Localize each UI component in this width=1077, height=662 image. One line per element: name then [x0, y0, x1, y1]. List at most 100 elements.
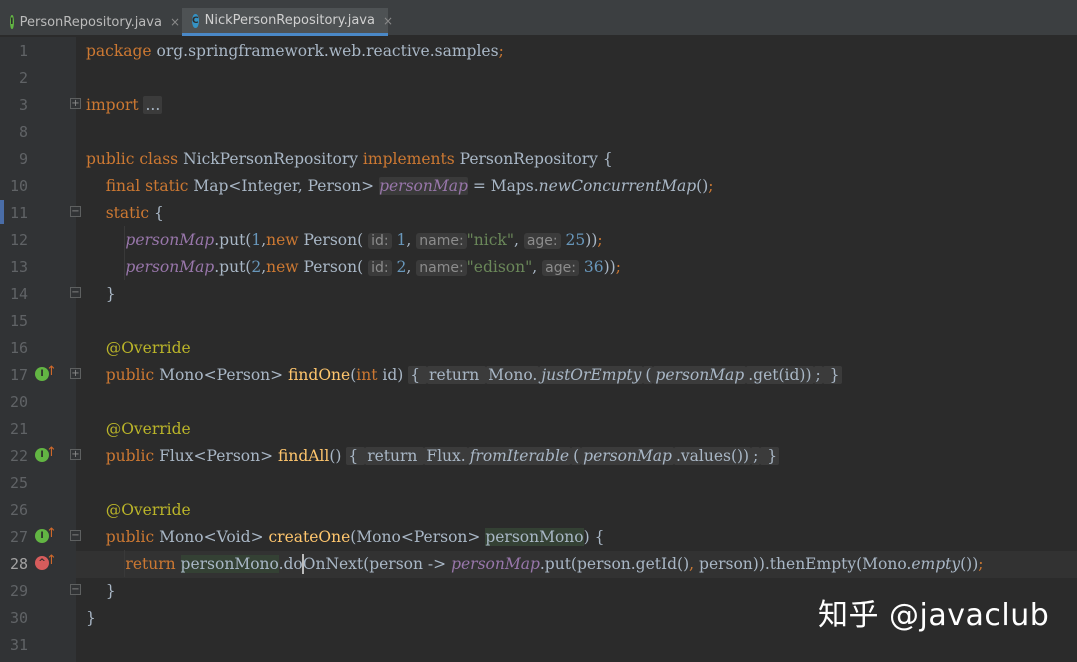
line-number: 9: [18, 150, 28, 168]
code-line[interactable]: 25: [0, 470, 1077, 497]
code-line[interactable]: 12 personMap.put(1,new Person( id: 1, na…: [0, 227, 1077, 254]
code-line[interactable]: 17 public Mono<Person> findOne (int id) {…: [0, 362, 1077, 389]
fold-expand-icon[interactable]: +: [70, 368, 81, 379]
line-number: 3: [18, 96, 28, 114]
line-number: 1: [18, 42, 28, 60]
line-number: 28: [9, 555, 28, 573]
code-line[interactable]: 11 static {: [0, 200, 1077, 227]
watermark: 知乎 @javaclub: [818, 598, 1050, 633]
code-token: 1: [396, 231, 407, 249]
code-text[interactable]: return personMono.doOnNext(person -> per…: [86, 551, 984, 578]
fold-expand-icon[interactable]: +: [70, 449, 81, 460]
close-icon[interactable]: ×: [383, 14, 393, 28]
code-line[interactable]: 22 public Flux<Person> findAll() { retur…: [0, 443, 1077, 470]
code-token: ;: [708, 177, 714, 195]
code-token: static: [105, 204, 154, 222]
code-line[interactable]: 10 final static Map<Integer, Person> per…: [0, 173, 1077, 200]
fold-collapse-icon[interactable]: −: [70, 584, 81, 595]
code-text[interactable]: @Override: [86, 416, 191, 443]
line-number: 25: [9, 474, 28, 492]
code-text[interactable]: static {: [86, 200, 164, 227]
code-token: personMap: [379, 177, 468, 195]
code-line[interactable]: 27 public Mono<Void> createOne(Mono<Pers…: [0, 524, 1077, 551]
code-line[interactable]: 20: [0, 389, 1077, 416]
fold-collapse-icon[interactable]: −: [70, 287, 81, 298]
code-text[interactable]: public class NickPersonRepository implem…: [86, 146, 613, 173]
code-text[interactable]: final static Map<Integer, Person> person…: [86, 173, 714, 200]
code-token: implements: [362, 150, 460, 168]
close-icon[interactable]: ×: [170, 15, 180, 29]
indent-guide: [124, 226, 125, 280]
code-text[interactable]: }: [86, 578, 116, 605]
code-text[interactable]: package org.springframework.web.reactive…: [86, 38, 504, 65]
code-line[interactable]: 13 personMap.put(2,new Person( id: 2, na…: [0, 254, 1077, 281]
code-token: public: [105, 528, 160, 546]
fold-expand-icon[interactable]: +: [70, 98, 81, 109]
fold-collapse-icon[interactable]: −: [70, 530, 81, 541]
code-line[interactable]: 21 @Override: [0, 416, 1077, 443]
line-number: 12: [9, 231, 28, 249]
tab-nick-person-repository[interactable]: C NickPersonRepository.java ×: [182, 8, 393, 36]
code-line[interactable]: 31: [0, 632, 1077, 659]
code-line[interactable]: 2: [0, 65, 1077, 92]
line-number: 10: [9, 177, 28, 195]
tab-person-repository[interactable]: I PersonRepository.java ×: [0, 8, 180, 36]
code-text[interactable]: import ...: [86, 92, 163, 119]
parameter-hint: name:: [416, 260, 467, 276]
line-number: 15: [9, 312, 28, 330]
code-token: (Mono<Person>: [350, 528, 486, 546]
code-line[interactable]: 9 public class NickPersonRepository imple…: [0, 146, 1077, 173]
line-number: 16: [9, 339, 28, 357]
code-token: .put(: [214, 231, 252, 249]
indent-guide: [124, 550, 125, 577]
line-number: 26: [9, 501, 28, 519]
line-number: 8: [18, 123, 28, 141]
code-token: .put(person.getId(): [539, 555, 690, 573]
code-line[interactable]: 8: [0, 119, 1077, 146]
code-token: id): [382, 366, 409, 384]
code-line[interactable]: 3 import ...: [0, 92, 1077, 119]
code-line[interactable]: 16 @Override: [0, 335, 1077, 362]
code-text[interactable]: }: [86, 605, 96, 632]
code-token: 1: [251, 231, 262, 249]
code-text[interactable]: @Override: [86, 335, 191, 362]
line-number: 13: [9, 258, 28, 276]
code-token: findOne: [288, 366, 351, 384]
code-token: ...: [143, 96, 163, 114]
code-token: .values()): [673, 447, 752, 465]
code-text[interactable]: }: [86, 281, 116, 308]
code-text[interactable]: @Override: [86, 497, 191, 524]
code-line[interactable]: 28 return personMono.doOnNext(person -> …: [0, 551, 1077, 578]
code-token: Mono<Void>: [159, 528, 269, 546]
code-line[interactable]: 15: [0, 308, 1077, 335]
code-line[interactable]: 14 }: [0, 281, 1077, 308]
code-line[interactable]: 1 package org.springframework.web.reactiv…: [0, 38, 1077, 65]
tab-label: PersonRepository.java: [19, 14, 162, 30]
code-token: }: [86, 609, 96, 627]
code-token: ,: [532, 258, 543, 276]
code-text[interactable]: public Flux<Person> findAll() { return F…: [86, 443, 780, 470]
code-token: Flux<Person>: [159, 447, 278, 465]
code-text[interactable]: public Mono<Void> createOne(Mono<Person>…: [86, 524, 604, 551]
parameter-hint: id:: [368, 260, 392, 276]
code-text[interactable]: public Mono<Person> findOne (int id) { re…: [86, 362, 842, 389]
arrow-up-icon: ↑: [46, 553, 57, 568]
code-line[interactable]: 26 @Override: [0, 497, 1077, 524]
code-token: createOne: [268, 528, 351, 546]
line-number: 11: [9, 204, 28, 222]
code-token: public: [105, 447, 160, 465]
code-token: personMap: [581, 447, 674, 465]
code-text[interactable]: personMap.put(1,new Person( id: 1, name:…: [86, 227, 603, 254]
code-token: public: [105, 366, 160, 384]
line-number: 20: [9, 393, 28, 411]
code-token: Mono.: [486, 366, 540, 384]
code-token: package: [86, 42, 157, 60]
code-token: Person(: [303, 231, 369, 249]
code-token: @Override: [105, 339, 191, 357]
fold-collapse-icon[interactable]: −: [70, 206, 81, 217]
code-text[interactable]: personMap.put(2,new Person( id: 2, name:…: [86, 254, 621, 281]
